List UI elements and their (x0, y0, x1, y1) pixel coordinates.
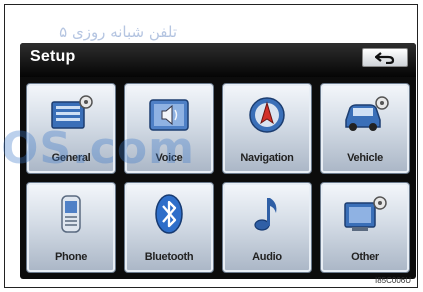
tile-label: Audio (252, 251, 282, 263)
navigation-icon (240, 92, 294, 138)
figure-frame: تلفن شبانه روزی ۵ Setup General Voice Na… (1, 4, 418, 288)
audio-icon (240, 191, 294, 237)
other-button[interactable]: Other (320, 182, 410, 273)
tile-label: Bluetooth (144, 251, 194, 263)
bluetooth-button[interactable]: Bluetooth (124, 182, 214, 273)
navigation-button[interactable]: Navigation (222, 83, 312, 174)
setup-menu-grid: General Voice Navigation Vehicle Phone B… (26, 83, 410, 273)
title-bar: Setup (20, 43, 416, 77)
tile-label: Other (351, 251, 379, 263)
other-settings-icon (338, 191, 392, 237)
tile-label: Vehicle (347, 152, 383, 164)
vehicle-button[interactable]: Vehicle (320, 83, 410, 174)
phone-button[interactable]: Phone (26, 182, 116, 273)
back-button[interactable] (362, 48, 408, 67)
tile-label: Navigation (240, 152, 294, 164)
watermark-latin: OS.com (1, 123, 195, 174)
watermark-persian: تلفن شبانه روزی ۵ (59, 23, 177, 41)
back-arrow-icon (375, 51, 395, 64)
screen-title: Setup (30, 48, 76, 65)
phone-icon (44, 191, 98, 237)
figure-code: I85C006U (374, 276, 411, 285)
vehicle-icon (338, 92, 392, 138)
bluetooth-icon (142, 191, 196, 237)
audio-button[interactable]: Audio (222, 182, 312, 273)
tile-label: Phone (54, 251, 88, 263)
